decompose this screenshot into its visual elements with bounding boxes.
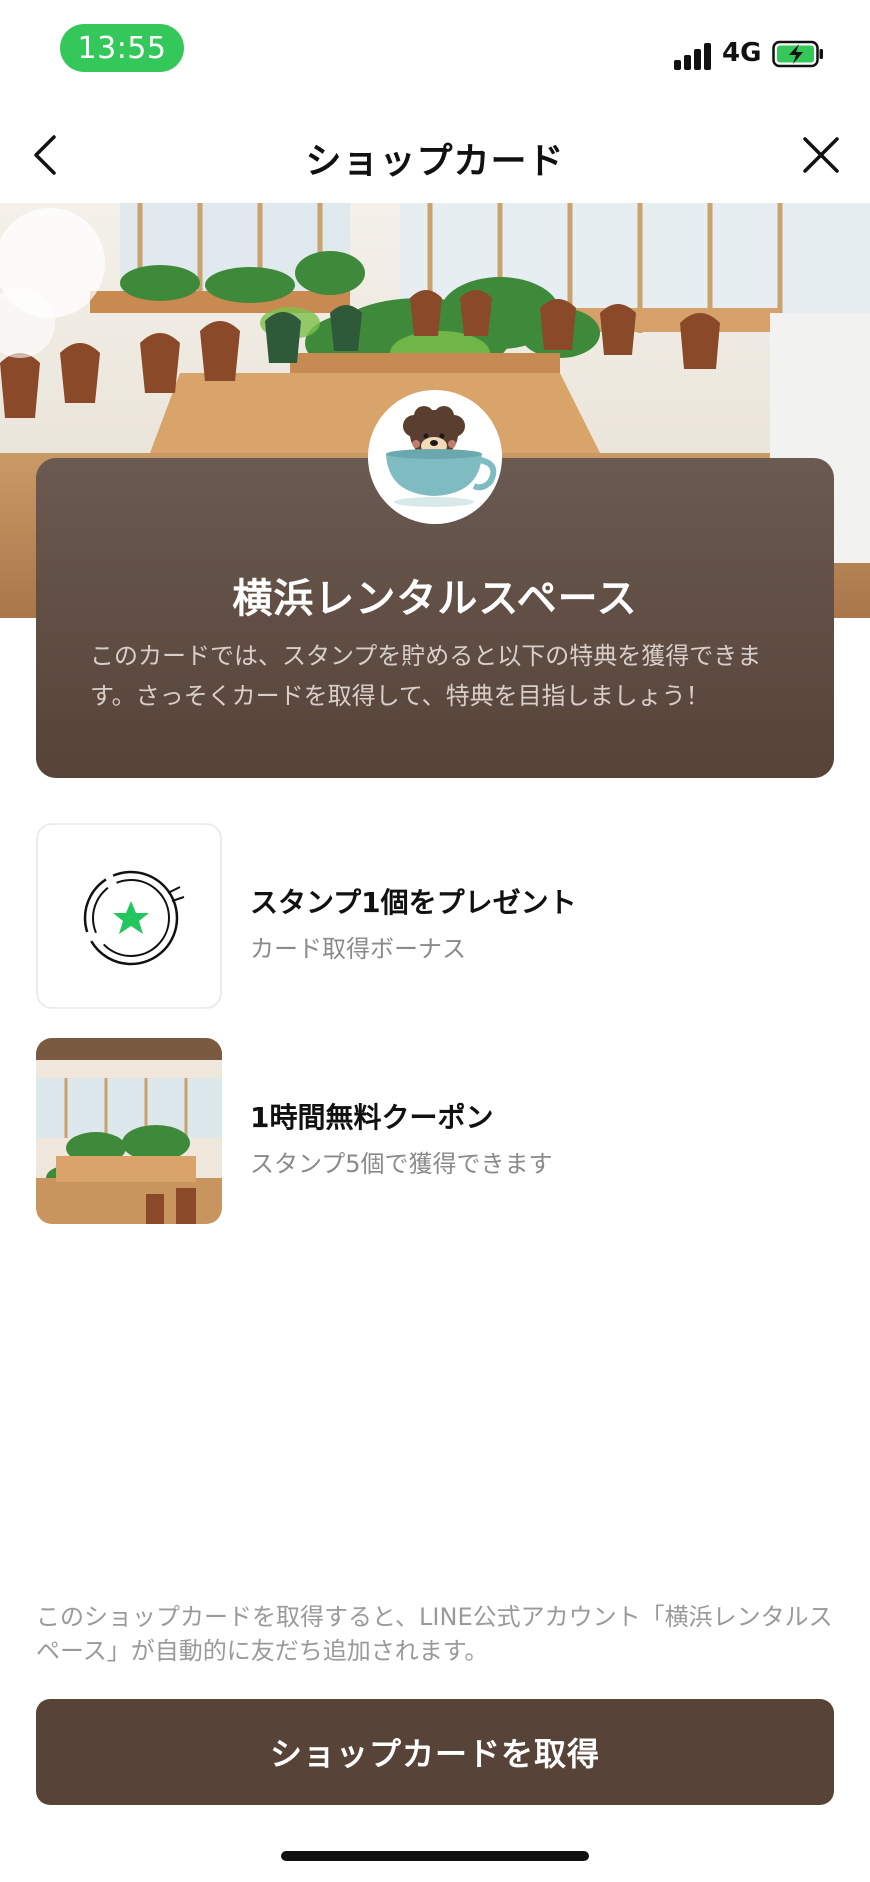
shop-name: 横浜レンタルスペース — [232, 576, 638, 622]
close-button[interactable] — [796, 130, 846, 180]
shop-avatar — [368, 390, 502, 524]
status-time: 13:55 — [77, 30, 167, 66]
reward-item: スタンプ1個をプレゼント カード取得ボーナス — [36, 823, 834, 1013]
reward-thumbnail — [36, 1038, 222, 1224]
reward-thumbnail — [36, 823, 222, 1009]
time-pill: 13:55 — [60, 24, 184, 72]
reward-subtitle: カード取得ボーナス — [250, 935, 466, 963]
network-label: 4G — [722, 38, 762, 68]
reward-title: 1時間無料クーポン — [250, 1101, 494, 1134]
reward-title: スタンプ1個をプレゼント — [250, 886, 577, 919]
get-shop-card-label: ショップカードを取得 — [269, 1735, 600, 1773]
battery-charging-icon — [772, 40, 823, 68]
signal-bars-icon — [674, 42, 714, 70]
close-icon — [803, 137, 839, 173]
dog-in-teacup-avatar — [368, 390, 502, 524]
page-title: ショップカード — [305, 141, 565, 182]
add-friend-notice: このショップカードを取得すると、LINE公式アカウント「横浜レンタルスペース」が… — [36, 1603, 833, 1665]
get-shop-card-button[interactable]: ショップカードを取得 — [36, 1699, 834, 1805]
nav-bar: ショップカード — [0, 110, 870, 200]
rental-space-photo — [36, 1038, 222, 1224]
reward-subtitle: スタンプ5個で獲得できます — [250, 1150, 553, 1178]
shop-description: このカードでは、スタンプを貯めると以下の特典を獲得できます。さっそくカードを取得… — [90, 642, 762, 710]
home-indicator — [281, 1851, 589, 1861]
reward-item: 1時間無料クーポン スタンプ5個で獲得できます — [36, 1038, 834, 1228]
status-bar: 13:55 4G — [0, 0, 870, 100]
star-stamp-icon — [83, 870, 185, 966]
